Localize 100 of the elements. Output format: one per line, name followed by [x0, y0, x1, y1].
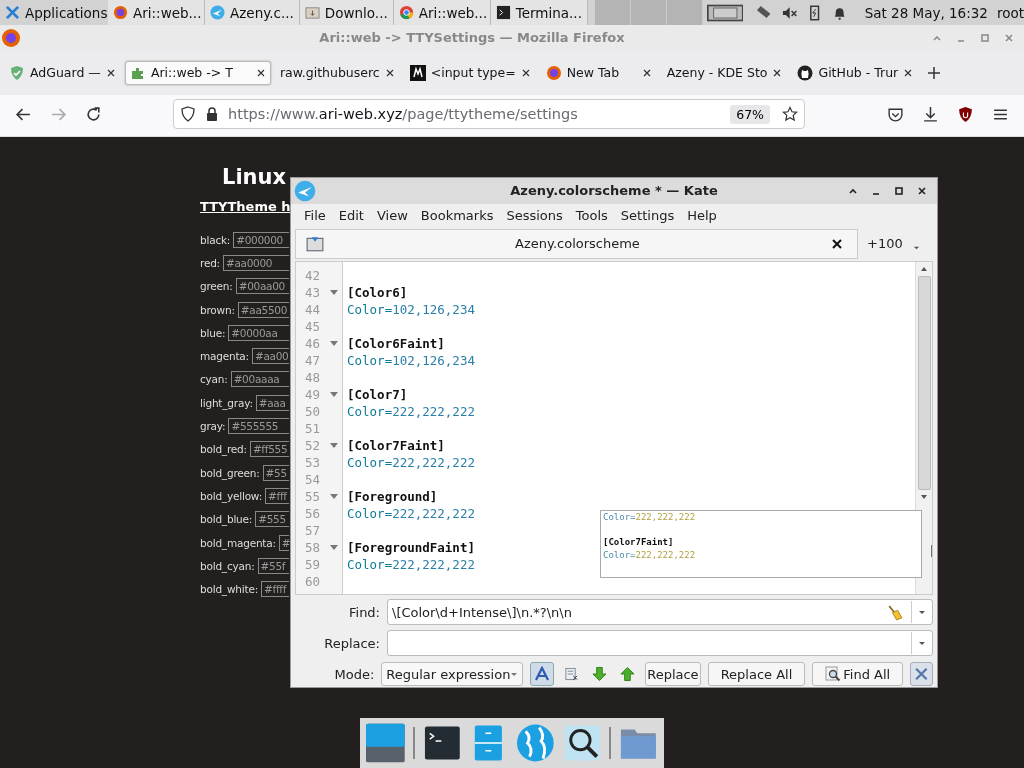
- browser-tab[interactable]: New Tab: [539, 54, 658, 91]
- browser-tab[interactable]: AdGuard —: [3, 54, 122, 91]
- browser-tab[interactable]: GitHub - Trur: [791, 54, 920, 91]
- menu-item[interactable]: Tools: [575, 207, 608, 223]
- lock-icon[interactable]: [204, 106, 220, 122]
- color-input[interactable]: #fff: [265, 487, 289, 504]
- close-icon[interactable]: [255, 67, 266, 78]
- broom-icon[interactable]: [886, 603, 903, 621]
- taskbar-button[interactable]: Ari::web...: [108, 0, 205, 25]
- scroll-down-icon[interactable]: [920, 492, 928, 501]
- menu-item[interactable]: File: [304, 207, 326, 223]
- browser-tab[interactable]: <input type=: [403, 54, 537, 91]
- up-arrow-icon[interactable]: [620, 666, 636, 682]
- browser-tab[interactable]: Azeny - KDE Sto: [660, 54, 789, 91]
- line-number: 42: [303, 267, 320, 283]
- scrollbar-thumb[interactable]: [917, 275, 931, 490]
- color-input[interactable]: #555: [255, 511, 289, 528]
- code-line: [Color7]: [347, 386, 408, 402]
- close-icon[interactable]: [384, 67, 395, 78]
- folder-icon: [304, 5, 320, 20]
- color-input[interactable]: #aa5500: [237, 301, 289, 318]
- color-input[interactable]: #555555: [228, 418, 289, 434]
- desktop-icon[interactable]: [366, 723, 405, 763]
- shield-icon[interactable]: [957, 105, 974, 123]
- applications-menu[interactable]: Applications: [0, 0, 108, 25]
- code-line: Color=102,126,234: [347, 301, 475, 317]
- menu-item[interactable]: Bookmarks: [420, 207, 494, 223]
- star-icon[interactable]: [782, 106, 798, 122]
- color-input[interactable]: #00aa00: [235, 278, 289, 295]
- close-icon[interactable]: [903, 67, 914, 78]
- close-icon[interactable]: [105, 67, 116, 78]
- menu-item[interactable]: View: [376, 207, 408, 223]
- download-icon[interactable]: [922, 105, 939, 123]
- line-number: 58: [303, 539, 320, 555]
- action-button[interactable]: Replace: [645, 662, 701, 686]
- more-tabs-button[interactable]: +100: [867, 236, 903, 252]
- color-input[interactable]: #ffff: [261, 581, 289, 598]
- color-input[interactable]: #000000: [233, 231, 289, 248]
- down-arrow-icon[interactable]: [592, 666, 608, 682]
- code-line: [Color6Faint]: [347, 335, 445, 351]
- color-input[interactable]: #: [278, 534, 289, 551]
- color-input[interactable]: #ff555: [249, 441, 289, 458]
- code-line: Color=222,222,222: [347, 505, 475, 521]
- globe-icon[interactable]: [516, 723, 555, 763]
- menu-item[interactable]: Settings: [620, 207, 675, 223]
- zoom-badge[interactable]: 67%: [730, 104, 770, 124]
- color-input[interactable]: #aa00: [251, 348, 289, 365]
- color-input[interactable]: #0000aa: [228, 324, 289, 341]
- caret-icon[interactable]: [912, 244, 920, 252]
- line-number: 56: [303, 505, 320, 521]
- reload-icon[interactable]: [85, 105, 102, 123]
- line-number: 49: [303, 386, 320, 402]
- taskbar-button[interactable]: Downlo...: [299, 0, 394, 25]
- taskbar-button[interactable]: Azeny.c...: [205, 0, 300, 25]
- menu-item[interactable]: Edit: [338, 207, 364, 223]
- close-icon[interactable]: [772, 67, 783, 78]
- close-icon[interactable]: [520, 67, 531, 78]
- url-text: https://www.ari-web.xyz/page/ttytheme/settings: [228, 106, 579, 122]
- menu-item[interactable]: Help: [687, 207, 717, 223]
- color-input[interactable]: #55: [262, 464, 289, 481]
- color-input[interactable]: #00aaaa: [230, 371, 289, 388]
- address-bar[interactable]: https://www.ari-web.xyz/page/ttytheme/settings 67%: [173, 99, 805, 129]
- menu-item[interactable]: Sessions: [506, 207, 563, 223]
- field-label: Replace:: [323, 635, 380, 651]
- taskbar-button[interactable]: Ari::web...: [393, 0, 491, 25]
- color-label: bold_yellow:: [200, 489, 262, 502]
- pocket-icon[interactable]: [887, 105, 904, 123]
- document-tab[interactable]: Azeny.colorscheme: [295, 228, 858, 259]
- dropdown-caret-icon: [510, 670, 519, 678]
- close-icon[interactable]: [917, 185, 927, 196]
- color-input[interactable]: #aa0000: [222, 254, 289, 271]
- maximize-icon[interactable]: [894, 185, 904, 196]
- color-input[interactable]: #55f: [257, 557, 289, 574]
- close-icon[interactable]: [831, 237, 843, 250]
- action-button[interactable]: Replace All: [707, 662, 806, 686]
- find-field[interactable]: \[Color\d+Intense\]\n.*?\n\n: [387, 599, 933, 625]
- line-number: 48: [303, 369, 320, 385]
- color-label: brown:: [200, 303, 235, 316]
- scrollbar[interactable]: [915, 261, 932, 594]
- close-icon[interactable]: [641, 67, 652, 78]
- field-label: Mode:: [333, 666, 375, 682]
- match-case-toggle[interactable]: [530, 662, 555, 686]
- shield-icon[interactable]: [180, 106, 196, 122]
- color-label: blue:: [200, 326, 226, 339]
- bird-logo-icon: [294, 179, 316, 202]
- action-button[interactable]: Find All: [812, 662, 904, 686]
- mode-dropdown[interactable]: Regular expression: [381, 662, 524, 686]
- taskbar-button[interactable]: Termina...: [490, 0, 588, 25]
- selection-icon[interactable]: [564, 666, 580, 682]
- plus-icon[interactable]: [927, 65, 942, 80]
- color-label: red:: [200, 256, 220, 269]
- replace-field[interactable]: [387, 630, 933, 656]
- code-line: [Color6]: [347, 284, 408, 300]
- browser-tab[interactable]: Ari::web -> T: [124, 60, 271, 85]
- browser-tab[interactable]: raw.githubuserc: [273, 54, 401, 91]
- user-name[interactable]: root: [996, 4, 1024, 21]
- line-number: 45: [303, 318, 320, 334]
- clock[interactable]: Sat 28 May, 16:32: [864, 4, 988, 21]
- magnifier-icon[interactable]: [562, 723, 602, 763]
- color-input[interactable]: #aaa: [255, 394, 289, 411]
